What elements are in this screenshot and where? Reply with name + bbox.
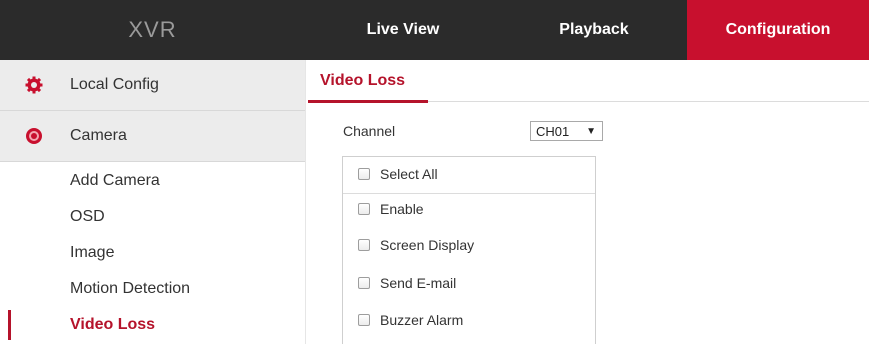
nav-configuration[interactable]: Configuration: [687, 0, 869, 60]
sidebar: Local Config Camera Add Camera OSD Image…: [0, 60, 306, 344]
select-all-checkbox[interactable]: [358, 168, 370, 180]
select-all-label: Select All: [380, 166, 438, 182]
channel-label: Channel: [343, 123, 396, 139]
enable-checkbox[interactable]: [358, 203, 370, 215]
active-indicator: [8, 310, 11, 340]
buzzer-alarm-label: Buzzer Alarm: [380, 312, 464, 328]
active-tab-underline: [308, 100, 428, 103]
buzzer-alarm-checkbox[interactable]: [358, 314, 370, 326]
camera-icon: [24, 126, 44, 146]
sidebar-item-image[interactable]: Image: [70, 238, 114, 268]
tab-video-loss[interactable]: Video Loss: [320, 66, 405, 96]
nav-live-view[interactable]: Live View: [305, 0, 501, 60]
options-panel: Select All Enable Screen Display Send E-…: [342, 156, 596, 344]
channel-select-value: CH01: [536, 124, 570, 139]
channel-select[interactable]: CH01 ▼: [530, 121, 603, 141]
brand-logo: XVR: [128, 17, 177, 42]
sidebar-item-video-loss[interactable]: Video Loss: [70, 310, 155, 340]
select-all-option[interactable]: Select All: [358, 164, 438, 184]
nav-playback[interactable]: Playback: [501, 0, 687, 60]
gear-icon: [24, 75, 44, 95]
send-email-label: Send E-mail: [380, 275, 457, 291]
enable-label: Enable: [380, 201, 424, 217]
sidebar-item-camera[interactable]: Camera: [0, 111, 305, 162]
screen-display-label: Screen Display: [380, 237, 475, 253]
screen-display-checkbox[interactable]: [358, 239, 370, 251]
sidebar-item-motion-detection[interactable]: Motion Detection: [70, 274, 190, 304]
sidebar-item-osd[interactable]: OSD: [70, 202, 105, 232]
screen-display-option[interactable]: Screen Display: [358, 235, 474, 255]
send-email-option[interactable]: Send E-mail: [358, 273, 456, 293]
send-email-checkbox[interactable]: [358, 277, 370, 289]
sidebar-item-local-config[interactable]: Local Config: [0, 60, 305, 111]
dropdown-arrow-icon: ▼: [586, 126, 596, 137]
enable-option[interactable]: Enable: [358, 199, 424, 219]
sidebar-item-label: Local Config: [70, 76, 159, 93]
buzzer-alarm-option[interactable]: Buzzer Alarm: [358, 310, 463, 330]
top-nav-bar: XVR Live View Playback Configuration: [0, 0, 869, 60]
sidebar-item-add-camera[interactable]: Add Camera: [70, 166, 160, 196]
sidebar-item-label: Camera: [70, 127, 127, 144]
options-divider: [343, 193, 595, 194]
